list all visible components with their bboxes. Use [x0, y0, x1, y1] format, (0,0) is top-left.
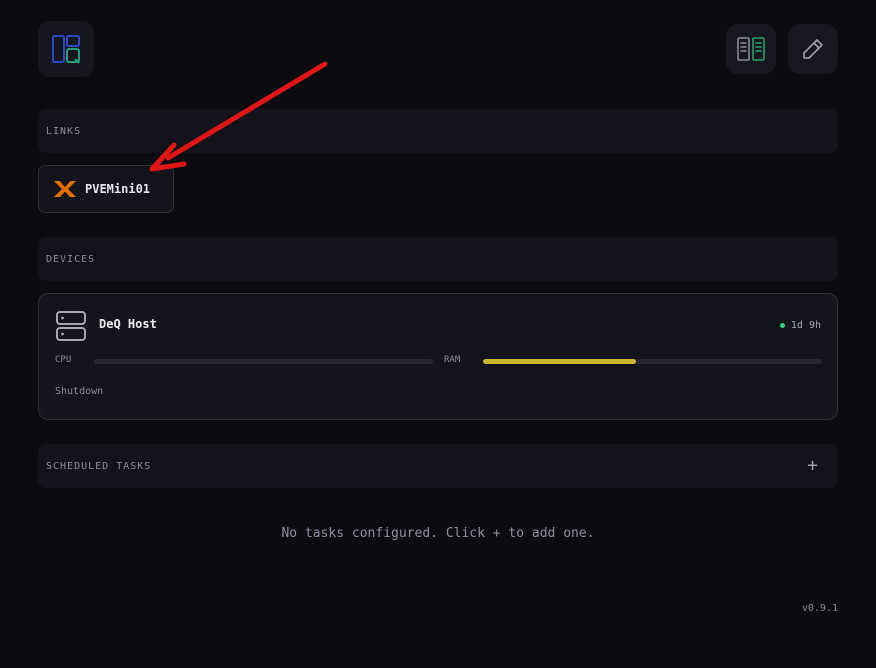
add-task-button[interactable]: +	[807, 457, 830, 475]
layout-toggle-button[interactable]	[726, 24, 776, 74]
proxmox-icon	[54, 180, 76, 197]
ram-bar-fill	[483, 359, 636, 364]
ram-bar	[483, 359, 822, 364]
cpu-label: CPU	[55, 355, 72, 365]
panels-icon	[737, 37, 765, 61]
edit-button[interactable]	[788, 24, 838, 74]
device-name: DeQ Host	[99, 317, 157, 331]
tasks-section-header: SCHEDULED TASKS +	[38, 444, 838, 488]
links-section-header: LINKS	[38, 109, 838, 153]
cpu-bar	[94, 359, 433, 364]
ram-label: RAM	[444, 355, 461, 365]
tasks-empty-message: No tasks configured. Click + to add one.	[281, 526, 595, 541]
uptime-indicator: 1d 9h	[779, 320, 821, 331]
version-label: v0.9.1	[801, 603, 838, 614]
server-icon	[56, 311, 86, 341]
tasks-section-title: SCHEDULED TASKS	[46, 460, 152, 472]
devices-section-title: DEVICES	[46, 253, 96, 265]
deq-logo-icon	[52, 35, 80, 64]
app-logo[interactable]	[38, 21, 94, 77]
link-card-pvemini01[interactable]: PVEMini01	[38, 165, 174, 213]
device-card-deq-host[interactable]: DeQ Host 1d 9h CPU RAM Shutdown	[38, 293, 838, 420]
links-section-title: LINKS	[46, 125, 82, 137]
online-status-dot	[779, 323, 785, 328]
devices-section-header: DEVICES	[38, 237, 838, 281]
link-label: PVEMini01	[85, 182, 151, 196]
pencil-icon	[803, 39, 823, 59]
uptime-value: 1d 9h	[790, 320, 821, 331]
shutdown-button[interactable]: Shutdown	[55, 386, 103, 397]
